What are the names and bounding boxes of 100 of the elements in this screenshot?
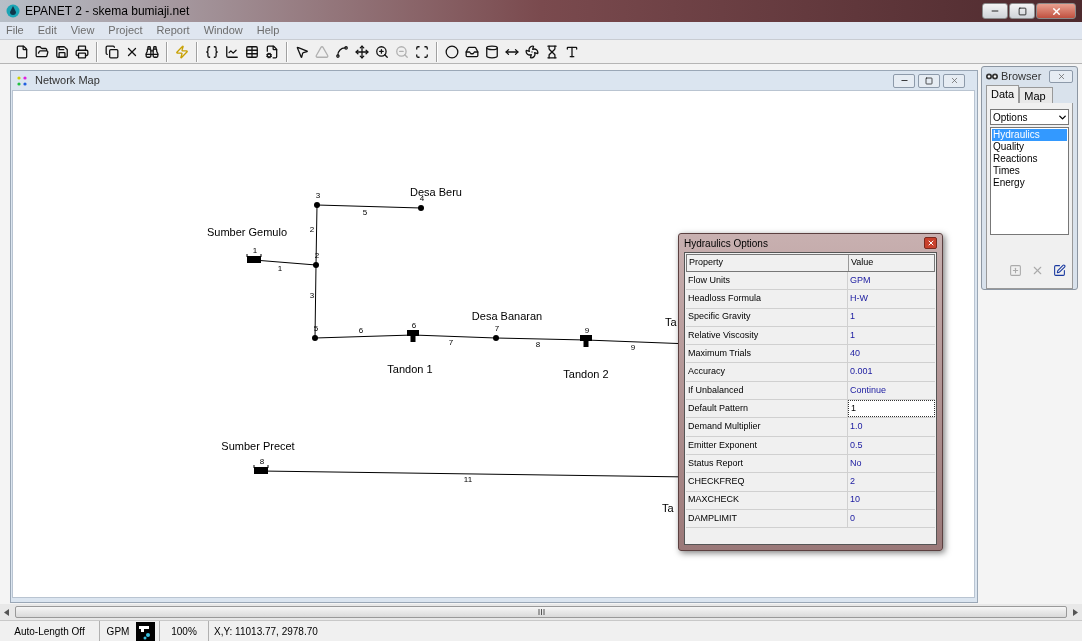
tank-node — [580, 335, 592, 347]
property-value[interactable]: GPM — [848, 272, 935, 290]
close-icon — [1056, 71, 1066, 81]
property-name: Maximum Trials — [686, 345, 848, 363]
menu-item[interactable]: View — [70, 22, 95, 39]
scroll-thumb[interactable] — [15, 606, 1067, 618]
pan-icon — [355, 44, 369, 59]
map-label: Ta — [665, 316, 677, 328]
fan-tool[interactable] — [524, 42, 540, 61]
property-value[interactable]: H-W — [848, 290, 935, 308]
list-item[interactable]: Energy — [992, 177, 1067, 189]
pipe-label: 5 — [362, 208, 368, 217]
auto-length-status: Auto-Length Off — [0, 621, 100, 641]
property-name: MAXCHECK — [686, 491, 848, 509]
cylinder-icon — [485, 44, 499, 59]
junction-node — [493, 335, 499, 341]
circle-icon — [445, 44, 459, 59]
property-value[interactable]: 0.5 — [848, 436, 935, 454]
menu-item[interactable]: Edit — [37, 22, 57, 39]
node-name: Desa Banaran — [471, 310, 543, 322]
map-window-title: Network Map — [35, 73, 100, 89]
property-name: Emitter Exponent — [686, 436, 848, 454]
property-value[interactable]: 1.0 — [848, 418, 935, 436]
node-label: 8 — [259, 457, 265, 466]
faucet-icon — [136, 621, 155, 641]
dialog-title: Hydraulics Options — [684, 236, 768, 251]
printer-icon — [75, 44, 89, 59]
browser-tab[interactable]: Map — [1019, 87, 1054, 103]
pipe-label: 3 — [309, 291, 315, 300]
open-folder-icon — [35, 44, 49, 59]
copy-icon — [105, 44, 119, 59]
property-value[interactable]: No — [848, 454, 935, 473]
menu-item[interactable]: Help — [256, 22, 280, 39]
category-dropdown[interactable]: Options — [990, 109, 1069, 125]
vertex-icon — [335, 44, 349, 59]
browser-title: Browser — [1001, 68, 1042, 84]
node-label: 3 — [315, 191, 321, 200]
junction-node — [314, 202, 320, 208]
property-value[interactable]: 2 — [848, 473, 935, 491]
restore-icon — [1017, 6, 1027, 16]
property-name: Accuracy — [686, 363, 848, 381]
edit-button[interactable] — [1051, 262, 1067, 278]
close-icon — [1050, 5, 1062, 17]
property-name: Status Report — [686, 454, 848, 473]
junction-node — [312, 335, 318, 341]
scroll-right-icon[interactable] — [1073, 608, 1078, 616]
fan-icon — [525, 44, 539, 59]
node-name: Sumber Gemulo — [206, 226, 288, 238]
property-value[interactable]: Continue — [848, 381, 935, 400]
horizontal-scrollbar[interactable] — [0, 604, 1082, 620]
close-icon — [949, 76, 959, 85]
browser-icon — [986, 72, 998, 80]
menu-item[interactable]: File — [6, 22, 24, 39]
grip-icon — [537, 609, 545, 615]
hourglass-icon — [545, 44, 559, 59]
polygon-select-icon — [315, 44, 329, 59]
property-value[interactable]: 0 — [848, 509, 935, 528]
menu-item[interactable]: Report — [156, 22, 190, 39]
property-value[interactable]: 1 — [848, 308, 935, 326]
menu-item[interactable]: Project — [108, 22, 143, 39]
property-name: Specific Gravity — [686, 308, 848, 326]
column-header: Property — [687, 255, 849, 271]
property-name: Flow Units — [686, 272, 848, 290]
pipe-label: 8 — [535, 340, 541, 349]
graph-icon — [225, 44, 239, 59]
junction-node — [313, 262, 319, 268]
node-name: Sumber Precet — [221, 440, 295, 452]
restore-button[interactable] — [1009, 3, 1035, 19]
minimize-button[interactable] — [982, 3, 1008, 19]
tray-icon — [465, 44, 479, 59]
node-label: 5 — [313, 324, 319, 333]
node-label: 9 — [584, 326, 590, 335]
property-value[interactable]: 40 — [848, 345, 935, 363]
property-value[interactable]: 10 — [848, 491, 935, 509]
list-item[interactable]: Reactions — [992, 153, 1067, 165]
node-label: 1 — [252, 246, 258, 255]
property-name: CHECKFREQ — [686, 473, 848, 491]
pointer-icon — [295, 44, 309, 59]
window-title: EPANET 2 - skema bumiaji.net — [25, 3, 190, 20]
binoculars-icon — [145, 44, 159, 59]
menu-item[interactable]: Window — [203, 22, 243, 39]
zoom-status: 100% — [159, 621, 209, 641]
list-item[interactable]: Times — [992, 165, 1067, 177]
browser-tab[interactable]: Data — [986, 85, 1020, 103]
list-item[interactable]: Quality — [992, 141, 1067, 153]
zoom-out-icon — [395, 44, 409, 59]
junction-node — [418, 205, 424, 211]
property-value[interactable]: 0.001 — [848, 363, 935, 381]
edit-icon — [1052, 263, 1066, 277]
property-name: Headloss Formula — [686, 290, 848, 308]
scroll-left-icon[interactable] — [4, 608, 9, 616]
close-button[interactable] — [924, 237, 937, 249]
zoom-in-icon — [375, 44, 389, 59]
node-name: Tandon 2 — [563, 368, 609, 380]
dropdown-value: Options — [993, 110, 1028, 125]
property-value[interactable]: 1 — [848, 400, 935, 418]
column-header: Value — [850, 256, 875, 270]
pipe-label: 2 — [309, 225, 315, 234]
property-value[interactable]: 1 — [848, 326, 935, 345]
options-icon — [265, 44, 279, 59]
